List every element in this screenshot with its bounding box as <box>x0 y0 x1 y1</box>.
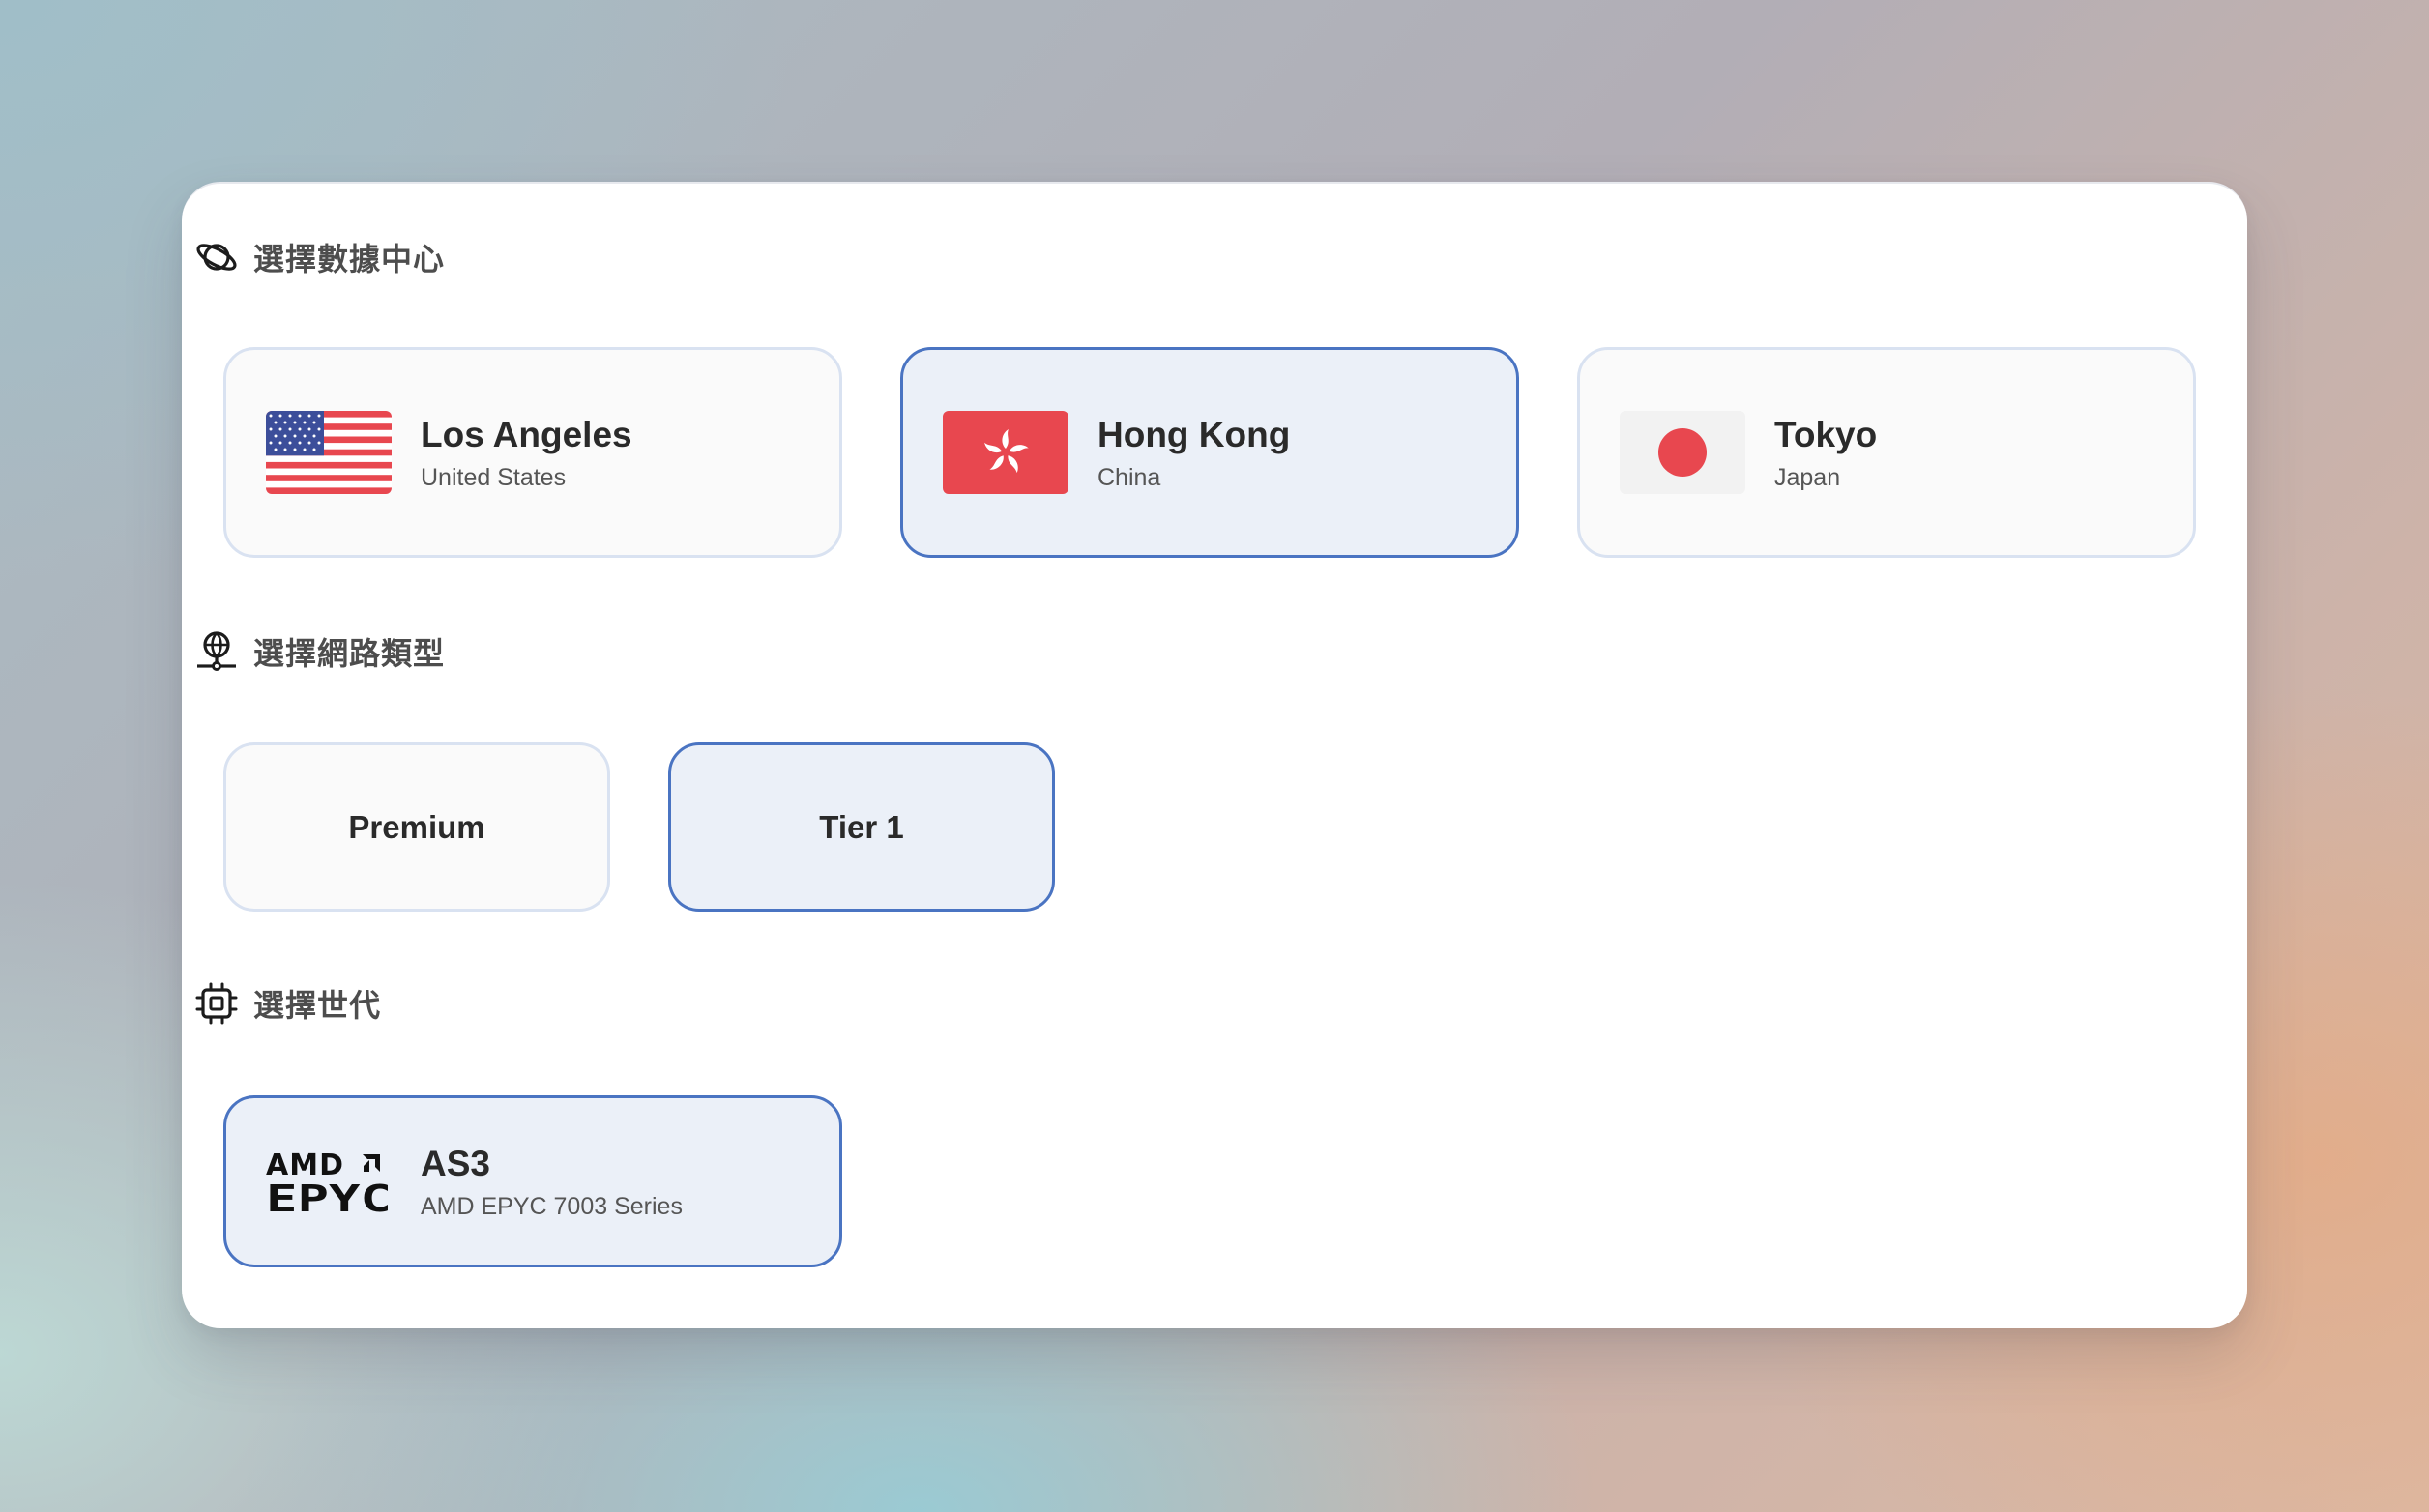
datacenter-option-los-angeles[interactable]: Los Angeles United States <box>223 347 842 558</box>
hk-flag-icon <box>943 411 1068 494</box>
generation-name: AS3 <box>421 1143 490 1183</box>
epyc-logo-text: EPYC <box>266 1178 392 1215</box>
datacenter-option-text: Tokyo Japan <box>1774 414 1877 492</box>
network-option-label: Premium <box>348 808 485 845</box>
network-globe-icon <box>197 631 236 671</box>
datacenter-section-title: 選擇數據中心 <box>253 241 446 277</box>
generation-section-header: 選擇世代 <box>193 978 381 1029</box>
jp-flag-icon <box>1620 411 1745 494</box>
us-flag-icon <box>266 411 392 494</box>
datacenter-option-text: Hong Kong China <box>1097 414 1290 492</box>
datacenter-option-text: Los Angeles United States <box>421 414 632 492</box>
datacenter-option-tokyo[interactable]: Tokyo Japan <box>1577 347 2196 558</box>
datacenter-city: Los Angeles <box>421 414 632 454</box>
network-section-header: 選擇網路類型 <box>193 626 445 677</box>
datacenter-section-header: 選擇數據中心 <box>193 232 445 282</box>
config-panel: 選擇數據中心 Los Angeles United States Hong Ko… <box>182 182 2247 1328</box>
datacenter-city: Tokyo <box>1774 414 1878 454</box>
generation-section-title: 選擇世代 <box>253 987 382 1024</box>
datacenter-country: Japan <box>1774 463 1841 491</box>
datacenter-country: United States <box>421 463 567 491</box>
generation-description: AMD EPYC 7003 Series <box>421 1192 683 1220</box>
network-option-tier-1[interactable]: Tier 1 <box>668 742 1055 912</box>
datacenter-country: China <box>1097 463 1161 491</box>
network-section-title: 選擇網路類型 <box>253 635 446 672</box>
datacenter-city: Hong Kong <box>1097 414 1291 454</box>
generation-option-as3[interactable]: AMD EPYC AS3 AMD EPYC 7003 Series <box>223 1095 842 1267</box>
network-option-premium[interactable]: Premium <box>223 742 610 912</box>
generation-option-text: AS3 AMD EPYC 7003 Series <box>421 1143 683 1221</box>
cpu-chip-icon <box>195 982 238 1025</box>
planet-icon <box>196 244 237 271</box>
network-option-label: Tier 1 <box>819 808 904 845</box>
datacenter-option-hong-kong[interactable]: Hong Kong China <box>900 347 1519 558</box>
amd-epyc-logo: AMD EPYC <box>266 1149 392 1215</box>
